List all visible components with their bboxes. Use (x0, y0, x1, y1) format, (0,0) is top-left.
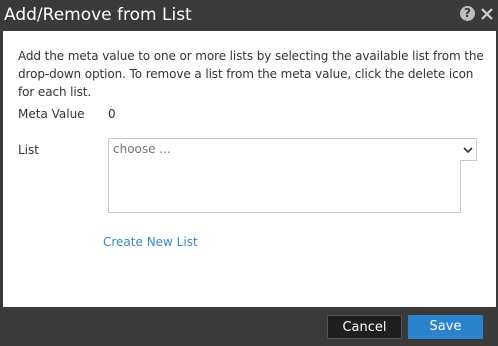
list-label: List (18, 143, 39, 157)
list-select[interactable]: choose ... (108, 138, 477, 161)
dialog-body: Add the meta value to one or more lists … (3, 31, 496, 307)
create-new-list-link[interactable]: Create New List (103, 235, 198, 249)
help-icon[interactable]: ? (460, 6, 475, 21)
add-remove-list-dialog: Add/Remove from List ? Add the meta valu… (0, 0, 498, 346)
cancel-button[interactable]: Cancel (327, 315, 402, 339)
chevron-down-icon[interactable] (463, 145, 473, 155)
dialog-title: Add/Remove from List (4, 5, 192, 25)
selected-lists-box[interactable] (108, 160, 461, 213)
dialog-description: Add the meta value to one or more lists … (18, 49, 484, 99)
meta-value: 0 (108, 107, 116, 121)
save-button[interactable]: Save (408, 315, 483, 339)
dialog-titlebar: Add/Remove from List ? (0, 0, 498, 31)
list-select-placeholder: choose ... (113, 142, 171, 156)
close-icon[interactable] (479, 3, 495, 23)
meta-value-label: Meta Value (18, 107, 85, 121)
